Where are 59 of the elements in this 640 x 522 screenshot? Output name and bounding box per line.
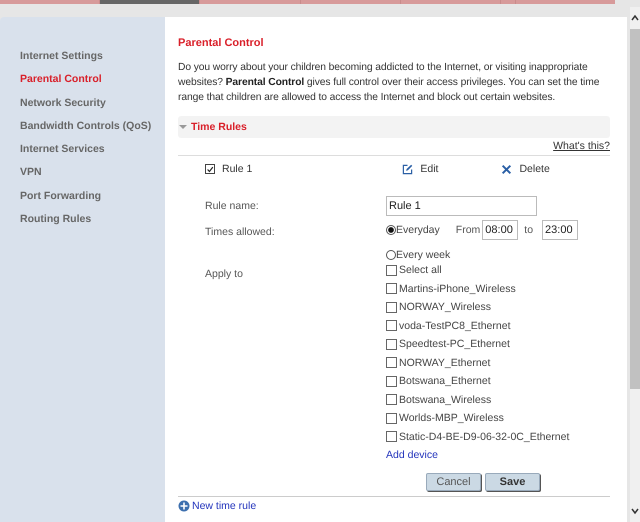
device-checkbox[interactable]	[386, 302, 397, 313]
device-checkbox[interactable]	[386, 357, 397, 368]
device-checkbox[interactable]	[386, 394, 397, 406]
plus-icon[interactable]	[178, 500, 190, 512]
device-label: NORWAY_Ethernet	[399, 356, 490, 369]
delete-link[interactable]: Delete	[519, 163, 550, 175]
radio-label: Everyday	[396, 224, 440, 236]
device-checkbox[interactable]	[386, 338, 397, 350]
to-label: to	[524, 224, 534, 236]
device-checkbox[interactable]	[386, 264, 397, 276]
scrollbar[interactable]	[630, 7, 640, 522]
field-label: Times allowed:	[205, 225, 276, 240]
cancel-button[interactable]: Cancel	[426, 473, 481, 491]
device-label: voda-TestPC8_Ethernet	[399, 320, 510, 332]
sidebar-item[interactable]: Parental Control	[20, 72, 165, 96]
device-label: Botswana_Wireless	[399, 394, 492, 406]
section-header[interactable]: Time Rules	[178, 116, 610, 138]
sidebar-item[interactable]: Internet Services	[20, 142, 165, 166]
new-time-rule-link[interactable]: New time rule	[192, 500, 256, 512]
save-button[interactable]: Save	[485, 473, 540, 491]
sidebar-item[interactable]: Internet Settings	[20, 49, 165, 72]
sidebar-item[interactable]: VPN	[20, 165, 165, 189]
radio-button[interactable]	[386, 225, 396, 235]
device-checkbox[interactable]	[386, 412, 397, 424]
delete-icon[interactable]	[501, 164, 512, 174]
sidebar-item[interactable]: Port Forwarding	[20, 188, 165, 212]
from-label: From	[456, 224, 480, 236]
add-device-link[interactable]: Add device	[386, 449, 438, 461]
scroll-up-icon[interactable]	[630, 13, 640, 23]
device-checkbox[interactable]	[386, 283, 397, 294]
sidebar-item[interactable]: Network Security	[20, 96, 165, 119]
device-checkbox[interactable]	[386, 320, 397, 332]
device-label: NORWAY_Wireless	[399, 301, 491, 314]
device-label: Static-D4-BE-D9-06-32-0C_Ethernet	[399, 430, 570, 443]
device-label: Worlds-MBP_Wireless	[399, 412, 504, 424]
rule-name-field[interactable]: Rule 1	[386, 196, 537, 216]
field-label: Rule name:	[205, 199, 260, 214]
section-title: Time Rules	[191, 121, 247, 133]
time-field[interactable]: 08:00	[482, 220, 518, 240]
device-label: Speedtest-PC_Ethernet	[399, 338, 510, 350]
rule-name: Rule 1	[222, 163, 252, 175]
sidebar-item[interactable]: Routing Rules	[20, 212, 165, 236]
device-label: Martins-iPhone_Wireless	[399, 282, 516, 295]
help-link[interactable]: What's this?	[553, 140, 610, 152]
device-label: Select all	[399, 264, 442, 276]
device-label: Botswana_Ethernet	[399, 375, 491, 388]
edit-icon[interactable]	[402, 164, 414, 174]
edit-link[interactable]: Edit	[420, 163, 438, 175]
rule-checkbox[interactable]	[205, 164, 215, 174]
description-text: Do you worry about your children becoming addicted to the Internet, or visiting inappropriate websites? Parental Control gives full control over their access privileges. You can set the time range that children are allowed to access the Internet and block out certain websites.	[178, 61, 600, 105]
field-label: Apply to	[205, 267, 244, 282]
page-title: Parental Control	[178, 37, 265, 51]
radio-label: Every week	[396, 249, 450, 261]
scroll-down-icon[interactable]	[630, 506, 640, 516]
sidebar-item[interactable]: Bandwidth Controls (QoS)	[20, 118, 165, 142]
device-checkbox[interactable]	[386, 431, 397, 442]
radio-button[interactable]	[386, 250, 396, 260]
device-checkbox[interactable]	[386, 376, 397, 387]
time-field[interactable]: 23:00	[542, 220, 578, 240]
